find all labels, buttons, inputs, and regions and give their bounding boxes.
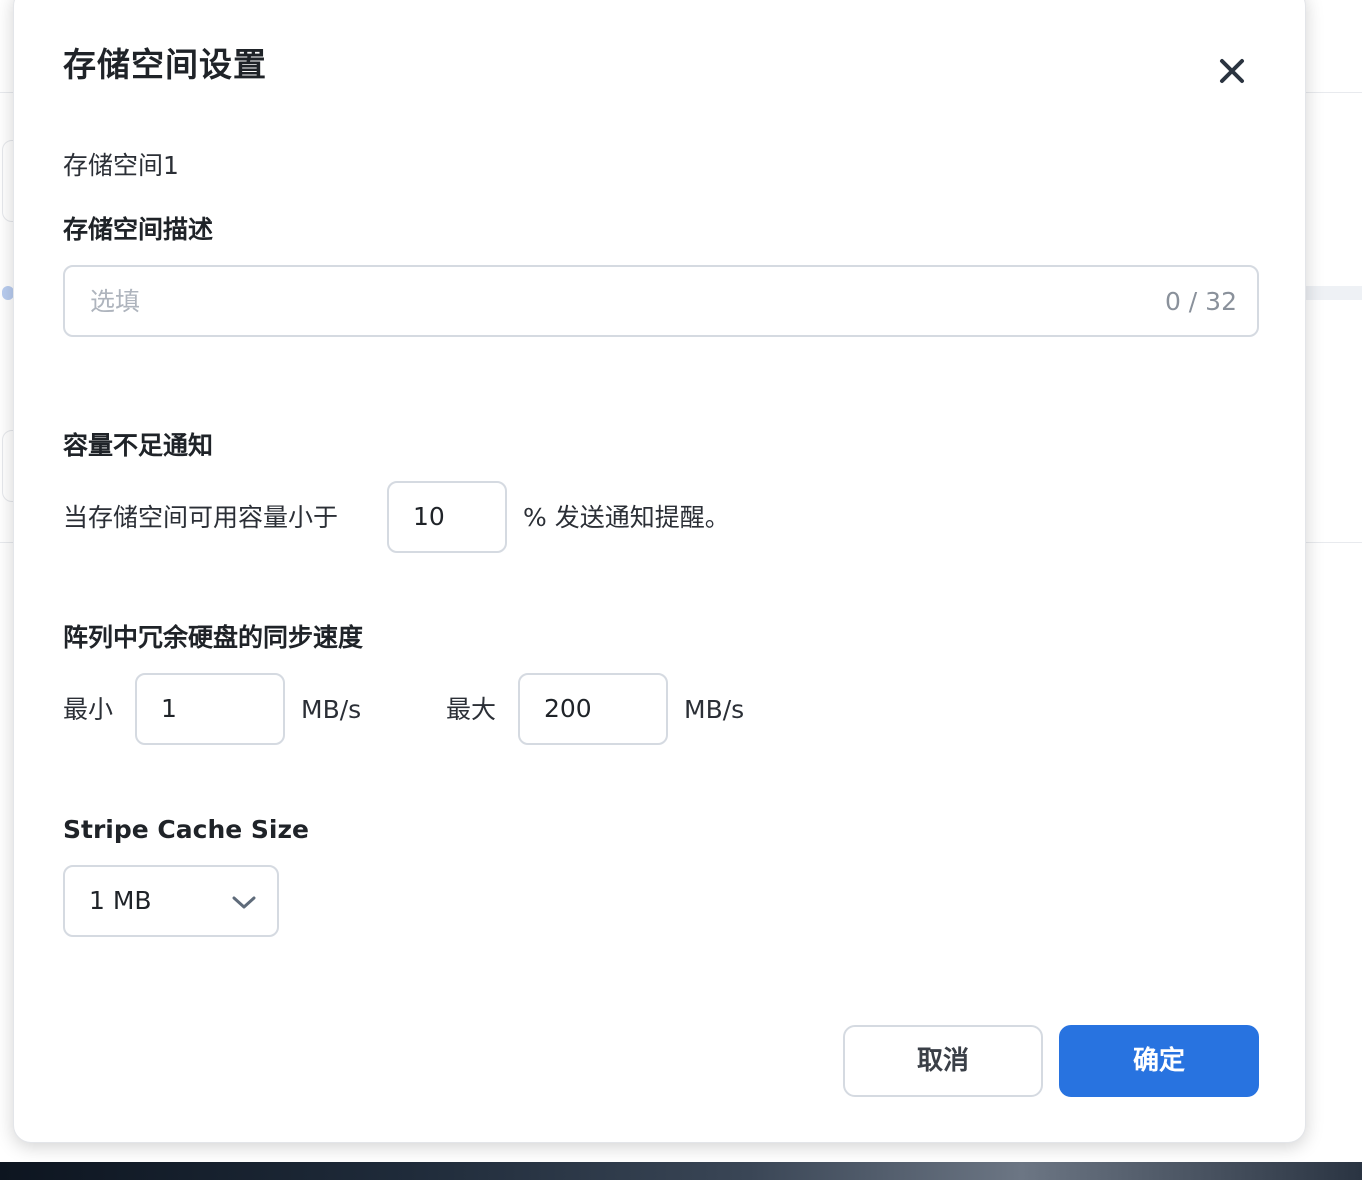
stripe-cache-select[interactable]: 1 MB <box>63 865 279 937</box>
sync-min-label: 最小 <box>63 695 114 724</box>
sync-speed-label: 阵列中冗余硬盘的同步速度 <box>63 623 364 652</box>
capacity-alert-label: 容量不足通知 <box>63 431 214 460</box>
capacity-alert-prefix: 当存储空间可用容量小于 <box>63 503 339 532</box>
stripe-cache-selected: 1 MB <box>89 886 152 915</box>
sync-min-unit: MB/s <box>301 695 362 724</box>
character-counter: 0 / 32 <box>1164 287 1237 316</box>
description-placeholder: 选填 <box>90 287 141 316</box>
sync-max-label: 最大 <box>446 695 497 724</box>
sync-max-input[interactable]: 200 <box>518 673 668 745</box>
capacity-threshold-value: 10 <box>413 502 445 531</box>
sync-max-value: 200 <box>544 694 592 723</box>
desktop-wallpaper-strip <box>0 1162 1362 1180</box>
capacity-alert-suffix: % 发送通知提醒。 <box>523 503 730 532</box>
dialog-title: 存储空间设置 <box>63 45 267 84</box>
background-progress-track <box>1300 286 1362 300</box>
storage-settings-dialog: 存储空间设置 存储空间1 存储空间描述 选填 0 / 32 容量不足通知 当存储… <box>13 0 1306 1143</box>
close-icon <box>1220 59 1244 83</box>
cancel-button[interactable]: 取消 <box>843 1025 1043 1097</box>
sync-min-input[interactable]: 1 <box>135 673 285 745</box>
storage-space-name: 存储空间1 <box>63 151 179 180</box>
capacity-threshold-input[interactable]: 10 <box>387 481 507 553</box>
close-button[interactable] <box>1212 51 1252 91</box>
chevron-down-icon <box>232 896 256 909</box>
description-label: 存储空间描述 <box>63 215 214 244</box>
confirm-button[interactable]: 确定 <box>1059 1025 1259 1097</box>
stripe-cache-label: Stripe Cache Size <box>63 815 309 844</box>
description-input[interactable]: 选填 0 / 32 <box>63 265 1259 337</box>
sync-max-unit: MB/s <box>684 695 745 724</box>
sync-min-value: 1 <box>161 694 177 723</box>
